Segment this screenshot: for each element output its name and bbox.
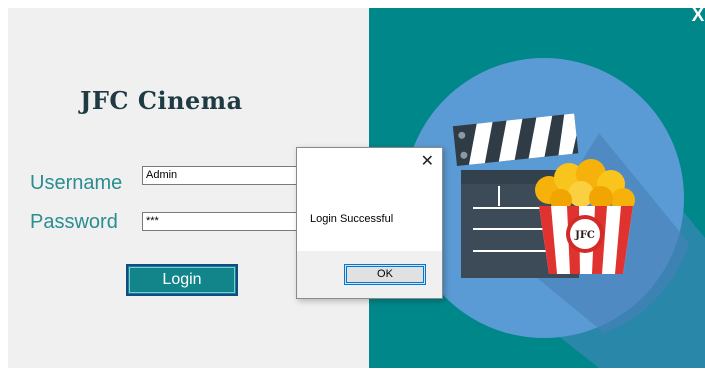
dialog-message: Login Successful [310, 213, 394, 225]
message-dialog: ✕ Login Successful OK [296, 147, 443, 299]
dialog-footer: OK [297, 251, 442, 298]
password-field[interactable]: *** [142, 212, 302, 231]
bucket-logo-text: JFC [574, 230, 595, 241]
ok-button[interactable]: OK [344, 264, 426, 285]
app-title: JFC Cinema [80, 86, 243, 115]
username-label: Username [30, 172, 123, 194]
dialog-close-icon[interactable]: ✕ [421, 154, 434, 170]
username-field[interactable]: Admin [142, 166, 302, 185]
password-label: Password [30, 211, 118, 233]
window-close-button[interactable]: X [691, 5, 705, 27]
login-button[interactable]: Login [126, 264, 238, 296]
